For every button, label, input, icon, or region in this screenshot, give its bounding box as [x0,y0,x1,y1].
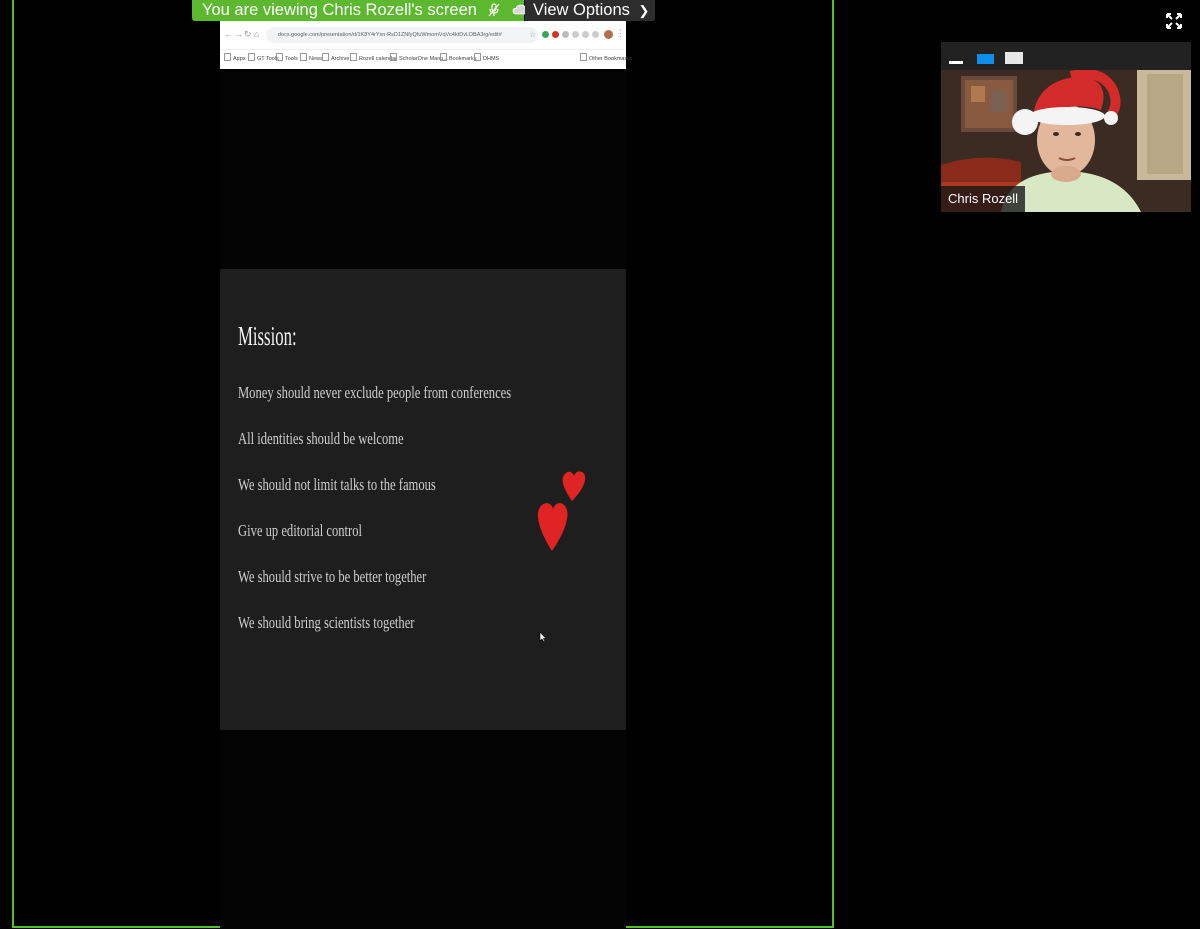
view-options-label: View Options [533,1,630,19]
menu-icon: ⋮ [616,28,625,38]
extension-icon [552,31,559,38]
slide-bullet: All identities should be welcome [238,429,404,448]
bookmark-item: Bookmarks [440,53,477,64]
home-icon: ⌂ [254,29,260,39]
bookmark-item: Tools [276,53,298,64]
active-speaker-layout-button[interactable] [977,54,994,64]
back-icon: ← [224,29,233,39]
extension-icon [542,31,549,38]
participant-video-panel: Chris Rozell [941,42,1191,212]
screen-share-text: You are viewing Chris Rozell's screen [202,1,477,19]
gallery-layout-button[interactable] [1005,52,1023,64]
bookmark-item: GT Tools [248,53,279,64]
bookmark-item: Archive [322,53,349,64]
fullscreen-icon[interactable] [1166,13,1182,29]
slide-bullet: We should not limit talks to the famous [238,475,436,494]
slide-bullet: Give up editorial control [238,521,363,540]
reload-icon: ↻ [244,29,252,39]
url-bar: docs.google.com/presentation/d/1K8Y4rYxn… [266,27,538,43]
video-layout-bar [941,42,1191,70]
bookmark-item: DHMS [474,53,499,64]
forward-icon: → [234,29,243,39]
shared-screen-content: ← → ↻ ⌂ docs.google.com/presentation/d/1… [220,21,632,929]
bookmarks-bar: Apps GT Tools Tools News Archive Rozell … [220,49,632,66]
view-options-button[interactable]: View Options ❯ [525,0,655,21]
microphone-muted-icon [488,2,500,22]
screen-share-banner: You are viewing Chris Rozell's screen [192,0,530,22]
address-row: ← → ↻ ⌂ docs.google.com/presentation/d/1… [220,25,626,45]
extension-icon [562,31,569,38]
minimize-video-button[interactable] [949,61,963,64]
extension-icon [592,31,599,38]
slide-bullet: We should bring scientists together [238,613,415,632]
browser-toolbar: ← → ↻ ⌂ docs.google.com/presentation/d/1… [220,21,632,69]
chevron-down-icon: ❯ [638,3,650,18]
extension-icon [572,31,579,38]
profile-avatar [604,30,613,39]
participant-video: Chris Rozell [941,70,1191,212]
slide-bullet: We should strive to be better together [238,567,427,586]
bookmark-item: Apps [224,53,246,64]
heart-icon [537,471,586,551]
slide-title: Mission: [238,321,297,351]
cursor-icon [539,631,547,643]
slide-bullet: Money should never exclude people from c… [238,383,512,402]
star-icon: ☆ [529,30,537,39]
presentation-slide: Mission: Money should never exclude peop… [220,269,626,730]
bookmark-item: Other Bookmarks [580,53,632,64]
extension-icon [582,31,589,38]
participant-name-label: Chris Rozell [941,186,1026,212]
bookmark-item: News [300,53,323,64]
